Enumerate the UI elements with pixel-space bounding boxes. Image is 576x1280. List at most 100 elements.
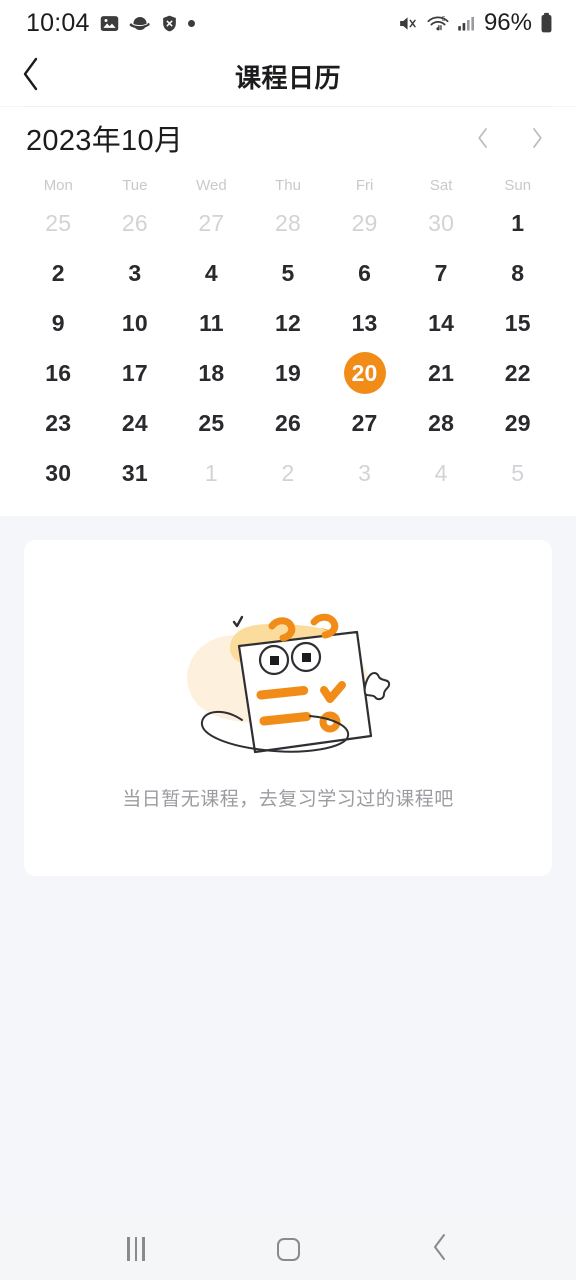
nav-home-button[interactable] — [253, 1218, 323, 1280]
chevron-left-icon — [478, 128, 487, 148]
calendar-day-cell[interactable]: 3 — [97, 248, 174, 298]
nav-back-button[interactable] — [405, 1218, 475, 1280]
calendar-day-label: 20 — [343, 352, 386, 394]
calendar-day-label: 10 — [121, 309, 148, 336]
calendar-week-row: 25 26 27 28 29 30 1 — [20, 198, 556, 248]
calendar-day-cell[interactable]: 5 — [250, 248, 327, 298]
calendar-day-label: 1 — [204, 459, 218, 486]
calendar-day-cell[interactable]: 31 — [97, 448, 174, 498]
status-bar: 10:04 6 96% — [0, 0, 576, 46]
system-nav-bar — [0, 1218, 576, 1280]
calendar-day-label: 8 — [511, 259, 525, 286]
calendar-day-cell[interactable]: 18 — [173, 348, 250, 398]
calendar-day-label: 14 — [428, 309, 455, 336]
calendar-day-cell[interactable]: 7 — [403, 248, 480, 298]
calendar-day-cell[interactable]: 28 — [403, 398, 480, 448]
calendar-day-cell[interactable]: 30 — [403, 198, 480, 248]
calendar-day-cell[interactable]: 13 — [326, 298, 403, 348]
calendar-day-cell[interactable]: 29 — [479, 398, 556, 448]
nav-recents-button[interactable] — [101, 1218, 171, 1280]
calendar-day-label: 3 — [128, 259, 142, 286]
calendar-day-cell[interactable]: 25 — [173, 398, 250, 448]
calendar-week-row: 2 3 4 5 6 7 8 — [20, 248, 556, 298]
empty-state-message: 当日暂无课程，去复习学习过的课程吧 — [122, 789, 454, 810]
calendar-day-label: 11 — [199, 309, 224, 336]
calendar-day-cell[interactable]: 1 — [479, 198, 556, 248]
weekday-label: Thu — [275, 177, 301, 194]
calendar-day-cell[interactable]: 12 — [250, 298, 327, 348]
calendar-day-cell[interactable]: 17 — [97, 348, 174, 398]
calendar-day-cell[interactable]: 16 — [20, 348, 97, 398]
calendar-day-cell[interactable]: 27 — [326, 398, 403, 448]
weekday-label: Sat — [429, 177, 453, 194]
notepad-character-illustration — [187, 613, 391, 754]
calendar-day-cell[interactable]: 5 — [479, 448, 556, 498]
calendar-prev-month-button[interactable] — [470, 121, 496, 155]
calendar-day-cell[interactable]: 3 — [326, 448, 403, 498]
calendar-day-label: 5 — [281, 259, 295, 286]
calendar-day-label: 31 — [121, 459, 148, 486]
calendar-day-cell[interactable]: 28 — [250, 198, 327, 248]
mute-icon — [397, 13, 419, 34]
calendar-month-label: 2023年10月 — [26, 125, 184, 157]
calendar-weekday-row: Mon Tue Wed Thu Fri Sat Sun — [20, 177, 556, 198]
home-icon — [276, 1237, 300, 1261]
calendar-day-label: 6 — [358, 259, 372, 286]
calendar-week-row: 16 17 18 19 20 21 22 — [20, 348, 556, 398]
calendar-day-label: 25 — [198, 409, 225, 436]
calendar-day-cell[interactable]: 23 — [20, 398, 97, 448]
status-bar-right: 6 96% — [397, 9, 554, 37]
empty-state-card: 当日暂无课程，去复习学习过的课程吧 — [24, 540, 552, 876]
calendar-next-month-button[interactable] — [524, 121, 550, 155]
calendar-day-cell[interactable]: 27 — [173, 198, 250, 248]
calendar-day-label: 24 — [121, 409, 148, 436]
calendar-day-label: 1 — [511, 209, 525, 236]
calendar-day-label: 3 — [358, 459, 372, 486]
calendar-day-cell[interactable]: 2 — [20, 248, 97, 298]
calendar-day-cell[interactable]: 11 — [173, 298, 250, 348]
calendar-day-cell[interactable]: 26 — [97, 198, 174, 248]
recents-icon — [127, 1237, 145, 1261]
calendar-day-label: 22 — [504, 359, 531, 386]
phone-screen: 10:04 6 96% 课程日历 2023年10月 Mon Tue Wed Th… — [0, 0, 576, 1280]
calendar-day-cell[interactable]: 14 — [403, 298, 480, 348]
calendar-day-cell[interactable]: 15 — [479, 298, 556, 348]
calendar-day-cell[interactable]: 10 — [97, 298, 174, 348]
calendar-day-cell[interactable]: 19 — [250, 348, 327, 398]
calendar-day-label: 2 — [281, 459, 295, 486]
calendar-day-label: 4 — [434, 459, 448, 486]
calendar-day-cell-selected[interactable]: 20 — [326, 348, 403, 398]
calendar-day-cell[interactable]: 2 — [250, 448, 327, 498]
calendar-day-label: 7 — [434, 259, 448, 286]
page-title: 课程日历 — [234, 62, 341, 93]
calendar-day-cell[interactable]: 22 — [479, 348, 556, 398]
wifi-icon: 6 — [426, 13, 450, 34]
calendar-day-label: 23 — [45, 409, 72, 436]
course-list-area: 当日暂无课程，去复习学习过的课程吧 — [0, 516, 576, 1218]
calendar-day-label: 27 — [198, 209, 225, 236]
calendar-day-label: 17 — [121, 359, 148, 386]
calendar-day-cell[interactable]: 29 — [326, 198, 403, 248]
chevron-right-icon — [533, 128, 542, 148]
calendar-day-cell[interactable]: 6 — [326, 248, 403, 298]
calendar-day-cell[interactable]: 21 — [403, 348, 480, 398]
calendar-day-label: 12 — [274, 309, 301, 336]
calendar-day-label: 9 — [51, 309, 65, 336]
calendar-day-cell[interactable]: 8 — [479, 248, 556, 298]
calendar-day-label: 26 — [121, 209, 148, 236]
calendar-day-cell[interactable]: 26 — [250, 398, 327, 448]
calendar-day-cell[interactable]: 24 — [97, 398, 174, 448]
calendar-day-label: 28 — [428, 409, 455, 436]
calendar-day-label: 16 — [45, 359, 72, 386]
calendar-day-cell[interactable]: 4 — [403, 448, 480, 498]
battery-icon — [539, 12, 554, 34]
calendar-day-cell[interactable]: 30 — [20, 448, 97, 498]
calendar-day-cell[interactable]: 1 — [173, 448, 250, 498]
calendar-week-row: 9 10 11 12 13 14 15 — [20, 298, 556, 348]
weekday-label: Tue — [122, 177, 148, 194]
calendar-day-cell[interactable]: 4 — [173, 248, 250, 298]
weekday-label: Mon — [43, 177, 73, 194]
calendar-day-cell[interactable]: 9 — [20, 298, 97, 348]
calendar-day-label: 19 — [274, 359, 301, 386]
calendar-day-cell[interactable]: 25 — [20, 198, 97, 248]
